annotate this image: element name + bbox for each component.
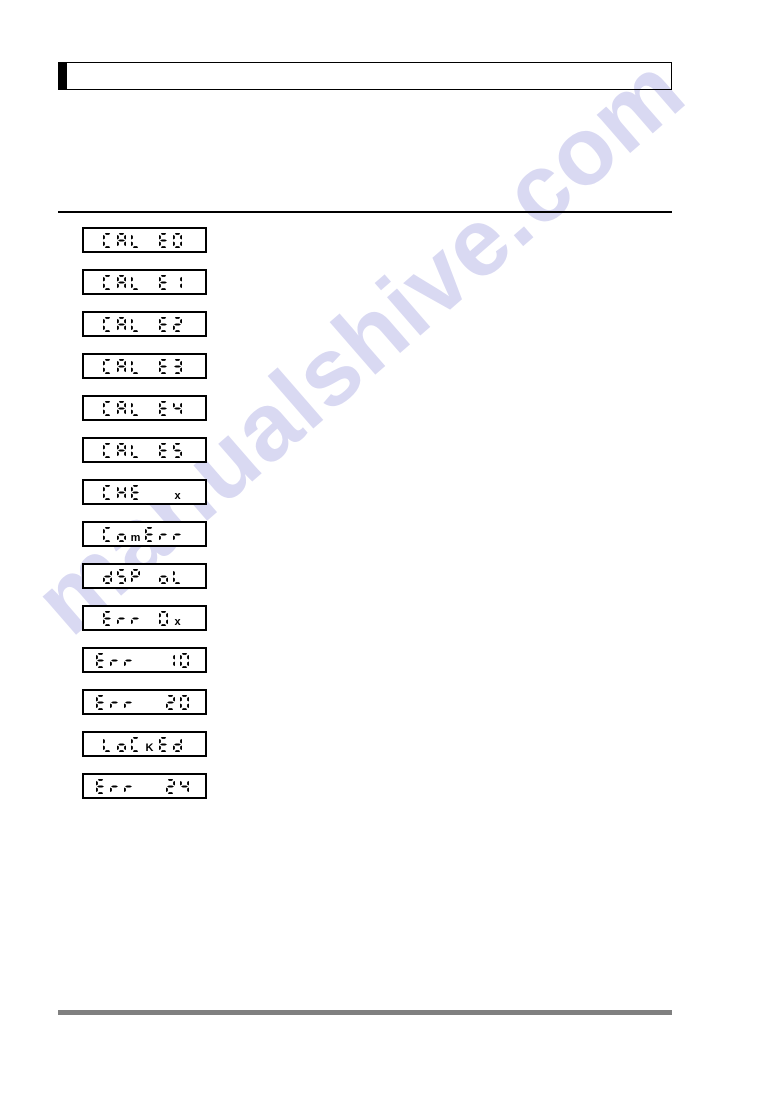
svg-text:K: K xyxy=(145,742,153,754)
footer-bar xyxy=(58,1010,672,1015)
svg-text:m: m xyxy=(130,532,140,544)
lcd-readout-row: xCHE x xyxy=(82,479,502,521)
lcd-readout-comerr: m xyxy=(82,521,207,547)
lcd-readout-cal-e1 xyxy=(82,269,207,295)
lcd-readout-row: CAL E4 xyxy=(82,395,502,437)
document-page: CAL E0CAL E1CAL E2CAL E3CAL E4CAL E5xCHE… xyxy=(0,0,774,1094)
lcd-readout-cal-e5 xyxy=(82,437,207,463)
lcd-readout-cal-e4 xyxy=(82,395,207,421)
lcd-readout-che-x: x xyxy=(82,479,207,505)
svg-text:x: x xyxy=(174,616,181,628)
lcd-readout-row: xErr 0x xyxy=(82,605,502,647)
lcd-readout-cal-e2 xyxy=(82,311,207,337)
lcd-readout-row: mComErr xyxy=(82,521,502,563)
header-banner xyxy=(58,62,672,90)
lcd-readout-cal-e0 xyxy=(82,227,207,253)
lcd-readout-row: CAL E0 xyxy=(82,227,502,269)
lcd-readout-row: Err 20 xyxy=(82,689,502,731)
lcd-readout-dsp-ol xyxy=(82,563,207,589)
lcd-readout-row: Err 24 xyxy=(82,773,502,815)
lcd-readout-err-10 xyxy=(82,647,207,673)
lcd-readout-row: CAL E2 xyxy=(82,311,502,353)
lcd-readout-row: CAL E1 xyxy=(82,269,502,311)
lcd-readout-err-0x: x xyxy=(82,605,207,631)
lcd-readout-row: dSP oL xyxy=(82,563,502,605)
lcd-readout-err-24 xyxy=(82,773,207,799)
svg-text:x: x xyxy=(174,490,181,502)
lcd-readout-list: CAL E0CAL E1CAL E2CAL E3CAL E4CAL E5xCHE… xyxy=(82,227,502,815)
lcd-readout-row: Err 10 xyxy=(82,647,502,689)
header-banner-text xyxy=(67,63,671,71)
lcd-readout-cal-e3 xyxy=(82,353,207,379)
lcd-readout-row: CAL E5 xyxy=(82,437,502,479)
lcd-readout-row: KLoCKEd xyxy=(82,731,502,773)
lcd-readout-err-20 xyxy=(82,689,207,715)
lcd-readout-row: CAL E3 xyxy=(82,353,502,395)
section-divider-rule xyxy=(58,211,672,213)
lcd-readout-locked: K xyxy=(82,731,207,757)
